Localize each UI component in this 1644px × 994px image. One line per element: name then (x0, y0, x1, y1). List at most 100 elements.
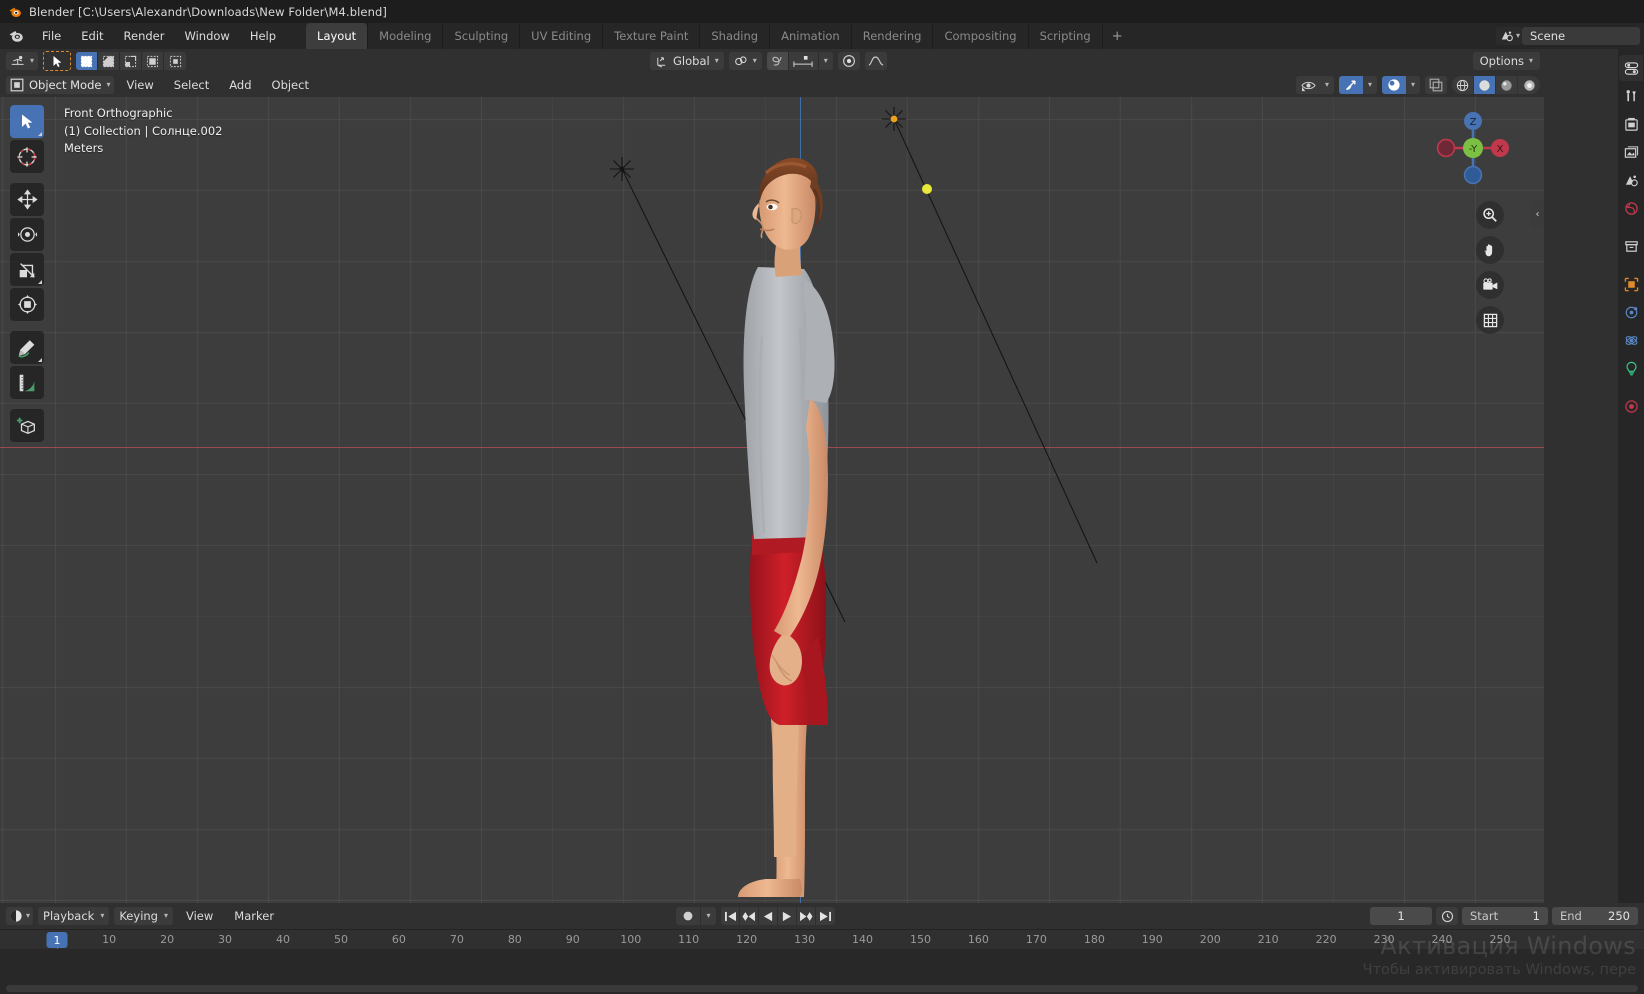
select-tool-indicator[interactable] (43, 51, 72, 71)
workspace-tab-texture-paint[interactable]: Texture Paint (602, 23, 699, 49)
visibility-chevron-down-icon[interactable]: ▾ (1320, 76, 1334, 94)
visibility-toggle[interactable] (1296, 76, 1320, 94)
nav-zoom-button[interactable] (1476, 201, 1504, 229)
menu-edit[interactable]: Edit (71, 23, 113, 49)
workspace-tab-rendering[interactable]: Rendering (850, 23, 933, 49)
add-workspace-button[interactable]: + (1101, 23, 1132, 49)
properties-tab-object-data[interactable] (1619, 355, 1643, 381)
nav-ortho-persp-button[interactable] (1476, 306, 1504, 334)
viewport-menu-view[interactable]: View (118, 76, 161, 94)
active-tool-button[interactable]: ▾ (6, 52, 39, 70)
gizmo-chevron-down-icon[interactable]: ▾ (1363, 76, 1377, 94)
workspace-tab-scripting[interactable]: Scripting (1027, 23, 1102, 49)
shading-solid-button[interactable] (1474, 76, 1496, 94)
jump-to-next-keyframe-button[interactable] (797, 907, 816, 925)
tool-tweak-select-box[interactable] (10, 105, 44, 138)
select-set-new-button[interactable] (76, 52, 99, 70)
menu-render[interactable]: Render (114, 23, 175, 49)
falloff-chevron-down-icon[interactable]: ▾ (819, 52, 833, 70)
proportional-falloff-dropdown[interactable] (789, 52, 819, 70)
menu-help[interactable]: Help (240, 23, 286, 49)
auto-keyframe-toggle[interactable] (1436, 907, 1458, 925)
select-subtract-button[interactable] (120, 52, 143, 70)
viewport-menu-select[interactable]: Select (166, 76, 217, 94)
properties-tab-physics[interactable] (1619, 327, 1643, 353)
gizmo-toggle[interactable] (1339, 76, 1363, 94)
properties-tab-tool[interactable] (1619, 55, 1643, 81)
select-intersect-button[interactable] (164, 52, 186, 70)
tool-rotate[interactable] (10, 218, 44, 251)
xray-toggle[interactable] (1425, 76, 1447, 94)
workspace-tab-layout[interactable]: Layout (306, 23, 368, 49)
overlays-chevron-down-icon[interactable]: ▾ (1406, 76, 1420, 94)
timeline-menu-keying[interactable]: Keying ▾ (114, 907, 173, 925)
navigation-gizmo[interactable]: Z X -Y (1430, 105, 1516, 191)
timeline-body[interactable] (0, 949, 1644, 994)
transform-orientation-dropdown[interactable]: Global ▾ (650, 52, 724, 70)
properties-tab-output[interactable] (1619, 111, 1643, 137)
properties-tab-modifiers[interactable] (1619, 299, 1643, 325)
workspace-tab-modeling[interactable]: Modeling (367, 23, 442, 49)
timeline-menu-view[interactable]: View (178, 907, 221, 925)
tool-scale[interactable] (10, 253, 44, 286)
interaction-mode-dropdown[interactable]: Object Mode ▾ (6, 76, 115, 94)
jump-to-prev-keyframe-button[interactable] (740, 907, 759, 925)
properties-tab-scene[interactable] (1619, 167, 1643, 193)
play-reverse-button[interactable] (759, 907, 778, 925)
properties-tab-object[interactable] (1619, 271, 1643, 297)
frame-end-field[interactable]: End 250 (1552, 907, 1638, 925)
scene-name-field[interactable]: Scene (1522, 27, 1640, 45)
workspace-tab-animation[interactable]: Animation (769, 23, 851, 49)
scene-selector[interactable]: ▾ (1495, 27, 1522, 45)
viewport-menu-object[interactable]: Object (264, 76, 317, 94)
play-button[interactable] (778, 907, 797, 925)
tool-transform[interactable] (10, 288, 44, 321)
nav-camera-button[interactable] (1476, 271, 1504, 299)
properties-tab-material[interactable] (1619, 393, 1643, 419)
tool-add-cube[interactable] (10, 409, 44, 442)
tool-cursor-3d[interactable] (10, 140, 44, 173)
editor-type-dropdown[interactable]: ▾ (6, 907, 34, 925)
timeline-horizontal-scrollbar[interactable] (6, 985, 1638, 992)
human-character-model[interactable] (700, 137, 920, 897)
tool-measure[interactable] (10, 366, 44, 399)
shading-wireframe-button[interactable] (1452, 76, 1474, 94)
select-invert-button[interactable] (142, 52, 165, 70)
overlays-toggle[interactable] (1382, 76, 1406, 94)
timeline-ruler[interactable]: 10 20 30 40 50 60 70 80 90 100 110 120 130 140 150 160 1… (0, 929, 1644, 993)
workspace-tab-sculpting[interactable]: Sculpting (442, 23, 519, 49)
menu-window[interactable]: Window (174, 23, 239, 49)
timeline-playhead[interactable]: 1 (46, 932, 68, 948)
snap-target-dropdown[interactable]: ▾ (728, 52, 762, 70)
properties-tab-collection[interactable] (1619, 233, 1643, 259)
jump-to-end-button[interactable] (816, 907, 835, 925)
frame-start-field[interactable]: Start 1 (1462, 907, 1548, 925)
options-dropdown[interactable]: Options ▾ (1472, 52, 1540, 70)
nav-pan-button[interactable] (1476, 236, 1504, 264)
shading-material-preview-button[interactable] (1496, 76, 1518, 94)
tool-move[interactable] (10, 183, 44, 216)
auto-keying-chevron-down-icon[interactable]: ▾ (700, 907, 716, 925)
proportional-editing-toggle[interactable] (766, 52, 789, 70)
workspace-tab-shading[interactable]: Shading (699, 23, 769, 49)
timeline-menu-marker[interactable]: Marker (226, 907, 282, 925)
select-extend-button[interactable] (98, 52, 121, 70)
menu-file[interactable]: File (32, 23, 71, 49)
properties-tab-world[interactable] (1619, 195, 1643, 221)
jump-to-start-button[interactable] (721, 907, 740, 925)
viewport-3d[interactable]: Front Orthographic (1) Collection | Солн… (0, 97, 1544, 903)
sidebar-toggle[interactable]: ‹ (1531, 201, 1544, 227)
auto-keying-toggle[interactable] (676, 907, 700, 925)
tool-annotate[interactable] (10, 331, 44, 364)
workspace-tab-uv-editing[interactable]: UV Editing (519, 23, 602, 49)
snap-curve-button[interactable] (864, 52, 887, 70)
shading-rendered-button[interactable] (1518, 76, 1540, 94)
properties-tab-render[interactable] (1619, 83, 1643, 109)
proportional-connected-button[interactable] (837, 52, 860, 70)
viewport-menu-add[interactable]: Add (221, 76, 259, 94)
workspace-tab-compositing[interactable]: Compositing (932, 23, 1027, 49)
blender-menu-logo-icon[interactable] (0, 23, 32, 49)
current-frame-field[interactable]: 1 (1370, 907, 1432, 925)
timeline-menu-playback[interactable]: Playback ▾ (38, 907, 110, 925)
properties-tab-view-layer[interactable] (1619, 139, 1643, 165)
